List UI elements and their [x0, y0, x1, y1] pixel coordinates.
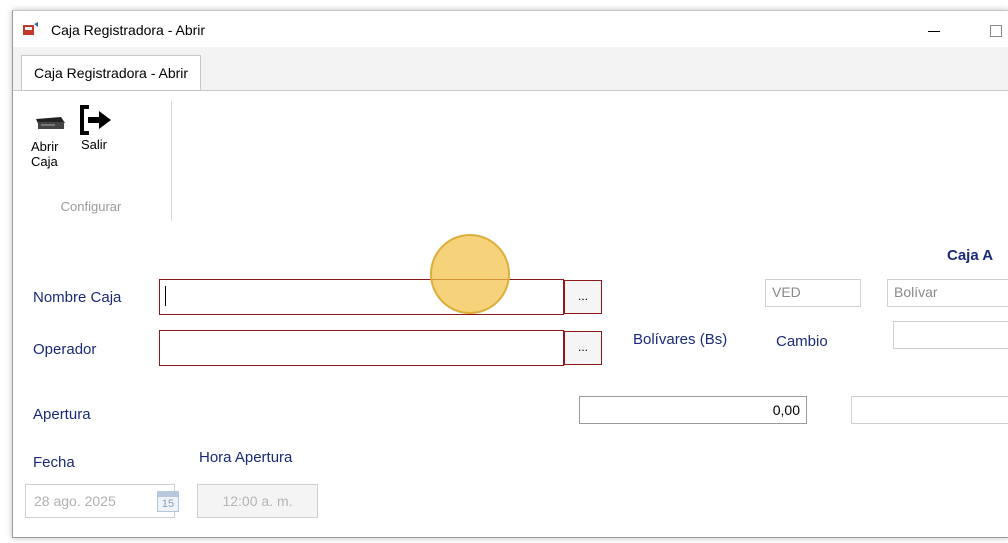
apertura-secondary-field — [851, 396, 1008, 424]
form-area: Caja A Nombre Caja ... Operador ... VED … — [13, 229, 1008, 537]
apertura-label: Apertura — [33, 406, 91, 423]
form-header: Caja A — [947, 247, 994, 264]
salir-label: Salir — [81, 137, 108, 152]
cash-register-icon — [36, 117, 65, 129]
salir-button[interactable]: Salir — [80, 105, 131, 152]
exit-icon — [80, 105, 111, 135]
apertura-amount-input[interactable]: 0,00 — [579, 396, 807, 424]
operador-lookup-button[interactable]: ... — [564, 331, 602, 365]
nombre-caja-label: Nombre Caja — [33, 289, 122, 306]
minimize-button[interactable] — [919, 15, 949, 43]
maximize-button[interactable] — [979, 15, 1008, 43]
operador-input[interactable] — [159, 330, 564, 366]
ribbon-panel: Abrir Caja Salir Configurar — [13, 90, 1008, 229]
ribbon: Caja Registradora - Abrir Abrir Caja Sal… — [13, 47, 1008, 229]
operador-label: Operador — [33, 341, 97, 358]
window-title: Caja Registradora - Abrir — [51, 22, 206, 38]
app-icon — [23, 22, 38, 35]
nombre-caja-input[interactable] — [159, 279, 564, 315]
bolivares-label: Bolívares (Bs) — [633, 331, 728, 348]
group-label: Configurar — [60, 199, 122, 214]
currency-code-field: VED — [765, 279, 861, 307]
title-bar: Caja Registradora - Abrir — [13, 11, 1008, 47]
text-caret — [165, 286, 166, 306]
abrir-caja-button[interactable]: Abrir Caja — [31, 105, 71, 169]
ribbon-tab[interactable]: Caja Registradora - Abrir — [21, 55, 202, 90]
ribbon-group-configurar: Abrir Caja Salir Configurar — [21, 101, 172, 221]
nombre-caja-lookup-button[interactable]: ... — [564, 280, 602, 314]
hora-apertura-field[interactable]: 12:00 a. m. — [197, 484, 318, 518]
hora-apertura-label: Hora Apertura — [199, 449, 293, 466]
fecha-date-picker[interactable]: 28 ago. 2025 15 — [25, 484, 179, 518]
cambio-label: Cambio — [776, 333, 828, 350]
currency-name-field: Bolívar — [887, 279, 1008, 307]
calendar-icon[interactable]: 15 — [157, 491, 179, 512]
abrir-caja-label: Abrir Caja — [31, 139, 59, 169]
cambio-input[interactable] — [893, 321, 1008, 349]
fecha-label: Fecha — [33, 454, 75, 471]
app-window: Caja Registradora - Abrir Caja Registrad… — [12, 10, 1008, 538]
